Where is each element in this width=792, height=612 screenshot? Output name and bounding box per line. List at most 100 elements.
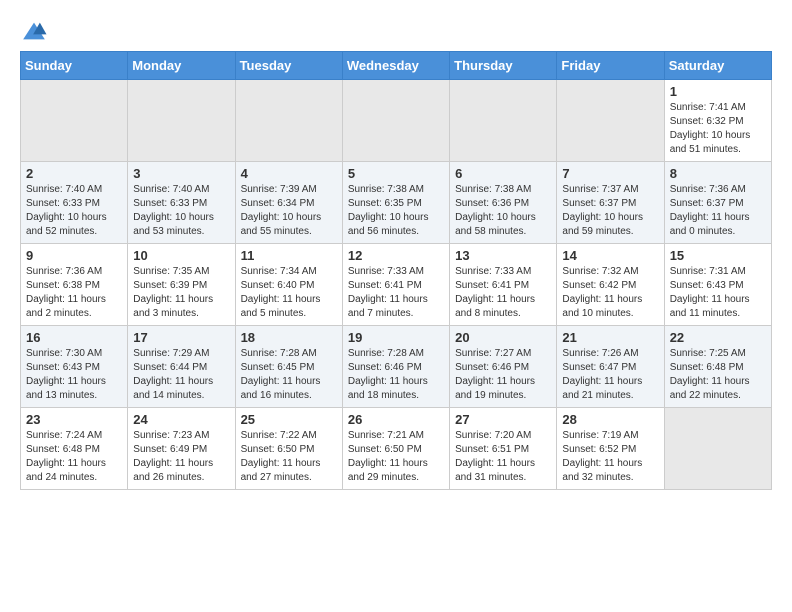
day-info: Sunrise: 7:31 AM Sunset: 6:43 PM Dayligh… [670,265,766,321]
day-info: Sunrise: 7:27 AM Sunset: 6:46 PM Dayligh… [455,347,551,403]
day-number: 3 [133,166,229,181]
day-number: 15 [670,248,766,263]
day-header-tuesday: Tuesday [235,52,342,80]
day-number: 20 [455,330,551,345]
week-row-5: 23 Sunrise: 7:24 AM Sunset: 6:48 PM Dayli… [21,408,772,490]
day-info: Sunrise: 7:19 AM Sunset: 6:52 PM Dayligh… [562,429,658,485]
day-cell: 27 Sunrise: 7:20 AM Sunset: 6:51 PM Dayli… [450,408,557,490]
day-number: 28 [562,412,658,427]
day-number: 25 [241,412,337,427]
day-header-friday: Friday [557,52,664,80]
week-row-3: 9Sunrise: 7:36 AM Sunset: 6:38 PM Daylig… [21,244,772,326]
day-number: 1 [670,84,766,99]
logo [20,20,52,41]
day-header-monday: Monday [128,52,235,80]
calendar: SundayMondayTuesdayWednesdayThursdayFrid… [20,51,772,490]
day-cell: 15 Sunrise: 7:31 AM Sunset: 6:43 PM Dayli… [664,244,771,326]
day-info: Sunrise: 7:20 AM Sunset: 6:51 PM Dayligh… [455,429,551,485]
day-cell: 24 Sunrise: 7:23 AM Sunset: 6:49 PM Dayli… [128,408,235,490]
day-info: Sunrise: 7:23 AM Sunset: 6:49 PM Dayligh… [133,429,229,485]
day-info: Sunrise: 7:28 AM Sunset: 6:46 PM Dayligh… [348,347,444,403]
day-cell: 13Sunrise: 7:33 AM Sunset: 6:41 PM Dayli… [450,244,557,326]
day-cell: 23 Sunrise: 7:24 AM Sunset: 6:48 PM Dayli… [21,408,128,490]
day-info: Sunrise: 7:24 AM Sunset: 6:48 PM Dayligh… [26,429,122,485]
day-cell: 16 Sunrise: 7:30 AM Sunset: 6:43 PM Dayli… [21,326,128,408]
day-number: 8 [670,166,766,181]
day-number: 6 [455,166,551,181]
day-cell: 4 Sunrise: 7:39 AM Sunset: 6:34 PM Daylig… [235,162,342,244]
day-cell: 8 Sunrise: 7:36 AM Sunset: 6:37 PM Daylig… [664,162,771,244]
day-cell: 19 Sunrise: 7:28 AM Sunset: 6:46 PM Dayli… [342,326,449,408]
day-number: 7 [562,166,658,181]
day-number: 5 [348,166,444,181]
day-info: Sunrise: 7:40 AM Sunset: 6:33 PM Dayligh… [133,183,229,239]
day-cell: 10 Sunrise: 7:35 AM Sunset: 6:39 PM Dayli… [128,244,235,326]
day-cell [342,80,449,162]
day-header-thursday: Thursday [450,52,557,80]
day-cell: 1 Sunrise: 7:41 AM Sunset: 6:32 PM Daylig… [664,80,771,162]
week-row-2: 2Sunrise: 7:40 AM Sunset: 6:33 PM Daylig… [21,162,772,244]
day-cell [21,80,128,162]
day-cell: 9Sunrise: 7:36 AM Sunset: 6:38 PM Daylig… [21,244,128,326]
day-number: 27 [455,412,551,427]
day-info: Sunrise: 7:36 AM Sunset: 6:37 PM Dayligh… [670,183,766,239]
week-row-4: 16 Sunrise: 7:30 AM Sunset: 6:43 PM Dayli… [21,326,772,408]
day-number: 23 [26,412,122,427]
day-cell: 20 Sunrise: 7:27 AM Sunset: 6:46 PM Dayli… [450,326,557,408]
header-row: SundayMondayTuesdayWednesdayThursdayFrid… [21,52,772,80]
day-cell: 14 Sunrise: 7:32 AM Sunset: 6:42 PM Dayli… [557,244,664,326]
header [20,20,772,41]
day-cell: 3 Sunrise: 7:40 AM Sunset: 6:33 PM Daylig… [128,162,235,244]
day-number: 16 [26,330,122,345]
week-row-1: 1 Sunrise: 7:41 AM Sunset: 6:32 PM Daylig… [21,80,772,162]
day-cell: 21Sunrise: 7:26 AM Sunset: 6:47 PM Dayli… [557,326,664,408]
day-number: 24 [133,412,229,427]
day-cell: 26 Sunrise: 7:21 AM Sunset: 6:50 PM Dayli… [342,408,449,490]
day-info: Sunrise: 7:33 AM Sunset: 6:41 PM Dayligh… [348,265,444,321]
day-cell [128,80,235,162]
day-cell: 28 Sunrise: 7:19 AM Sunset: 6:52 PM Dayli… [557,408,664,490]
day-header-saturday: Saturday [664,52,771,80]
day-cell: 7 Sunrise: 7:37 AM Sunset: 6:37 PM Daylig… [557,162,664,244]
day-cell: 11Sunrise: 7:34 AM Sunset: 6:40 PM Dayli… [235,244,342,326]
day-cell: 2Sunrise: 7:40 AM Sunset: 6:33 PM Daylig… [21,162,128,244]
day-number: 10 [133,248,229,263]
day-info: Sunrise: 7:25 AM Sunset: 6:48 PM Dayligh… [670,347,766,403]
day-number: 13 [455,248,551,263]
day-info: Sunrise: 7:32 AM Sunset: 6:42 PM Dayligh… [562,265,658,321]
day-info: Sunrise: 7:38 AM Sunset: 6:35 PM Dayligh… [348,183,444,239]
day-cell: 18Sunrise: 7:28 AM Sunset: 6:45 PM Dayli… [235,326,342,408]
day-info: Sunrise: 7:39 AM Sunset: 6:34 PM Dayligh… [241,183,337,239]
day-info: Sunrise: 7:37 AM Sunset: 6:37 PM Dayligh… [562,183,658,239]
day-info: Sunrise: 7:21 AM Sunset: 6:50 PM Dayligh… [348,429,444,485]
day-cell: 5 Sunrise: 7:38 AM Sunset: 6:35 PM Daylig… [342,162,449,244]
day-number: 17 [133,330,229,345]
day-cell [235,80,342,162]
day-info: Sunrise: 7:41 AM Sunset: 6:32 PM Dayligh… [670,101,766,157]
day-info: Sunrise: 7:34 AM Sunset: 6:40 PM Dayligh… [241,265,337,321]
day-info: Sunrise: 7:35 AM Sunset: 6:39 PM Dayligh… [133,265,229,321]
day-cell [664,408,771,490]
day-cell: 12Sunrise: 7:33 AM Sunset: 6:41 PM Dayli… [342,244,449,326]
day-cell: 6 Sunrise: 7:38 AM Sunset: 6:36 PM Daylig… [450,162,557,244]
day-number: 14 [562,248,658,263]
day-info: Sunrise: 7:40 AM Sunset: 6:33 PM Dayligh… [26,183,122,239]
day-number: 22 [670,330,766,345]
day-cell: 22 Sunrise: 7:25 AM Sunset: 6:48 PM Dayli… [664,326,771,408]
logo-icon [20,21,48,41]
day-info: Sunrise: 7:22 AM Sunset: 6:50 PM Dayligh… [241,429,337,485]
day-info: Sunrise: 7:30 AM Sunset: 6:43 PM Dayligh… [26,347,122,403]
day-info: Sunrise: 7:29 AM Sunset: 6:44 PM Dayligh… [133,347,229,403]
day-number: 9 [26,248,122,263]
day-cell [450,80,557,162]
day-number: 21 [562,330,658,345]
day-cell: 17 Sunrise: 7:29 AM Sunset: 6:44 PM Dayli… [128,326,235,408]
day-info: Sunrise: 7:38 AM Sunset: 6:36 PM Dayligh… [455,183,551,239]
day-cell [557,80,664,162]
day-header-wednesday: Wednesday [342,52,449,80]
day-header-sunday: Sunday [21,52,128,80]
day-number: 18 [241,330,337,345]
day-number: 26 [348,412,444,427]
day-number: 19 [348,330,444,345]
day-number: 4 [241,166,337,181]
